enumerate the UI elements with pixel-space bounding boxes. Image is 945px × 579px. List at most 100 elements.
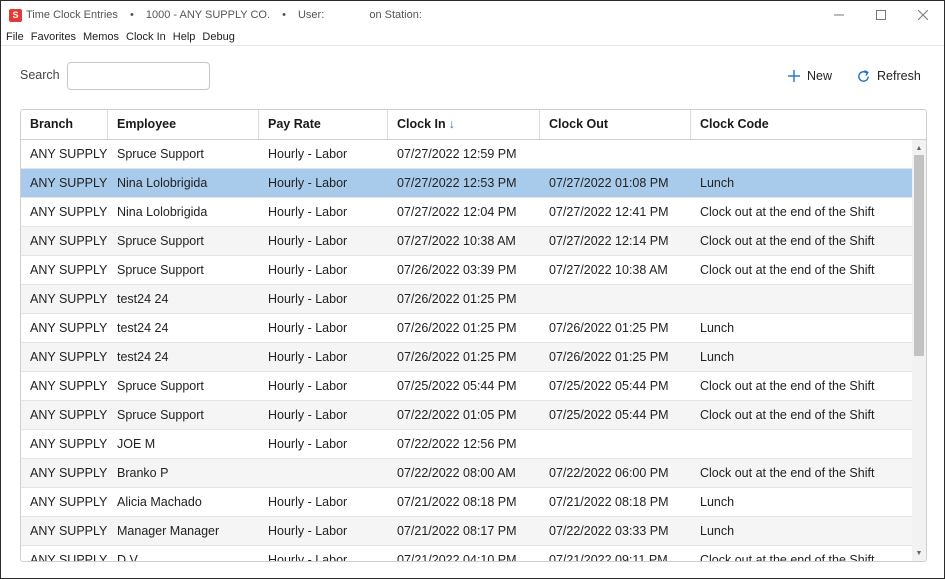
column-header-branch[interactable]: Branch <box>21 110 108 139</box>
cell-branch: ANY SUPPLY <box>30 234 108 248</box>
cell-pay-rate: Hourly - Labor <box>268 495 348 509</box>
table-row[interactable]: ANY SUPPLY test24 24 Hourly - Labor 07/26/2… <box>21 285 912 314</box>
cell-branch: ANY SUPPLY <box>30 292 108 306</box>
new-button[interactable]: New <box>787 65 832 87</box>
cell-clock-out: 07/27/2022 01:08 PM <box>549 176 669 190</box>
cell-branch: ANY SUPPLY <box>30 350 108 364</box>
cell-branch: ANY SUPPLY <box>30 437 108 451</box>
menu-bar: File Favorites Memos Clock In Help Debug <box>1 30 238 46</box>
vertical-scrollbar[interactable]: ▲ ▼ <box>912 140 926 561</box>
cell-pay-rate: Hourly - Labor <box>268 350 348 364</box>
menu-memos[interactable]: Memos <box>79 30 122 46</box>
cell-pay-rate: Hourly - Labor <box>268 321 348 335</box>
table-row[interactable]: ANY SUPPLY Spruce Support Hourly - Labor 07… <box>21 372 912 401</box>
cell-clock-code <box>691 285 912 313</box>
scroll-up-icon[interactable]: ▲ <box>912 142 926 154</box>
cell-pay-rate: Hourly - Labor <box>268 292 348 306</box>
menu-help[interactable]: Help <box>169 30 199 46</box>
maximize-button[interactable] <box>860 1 902 29</box>
cell-employee: test24 24 <box>117 292 169 306</box>
cell-employee: Spruce Support <box>117 379 204 393</box>
cell-employee: test24 24 <box>117 321 169 335</box>
cell-clock-out: 07/26/2022 01:25 PM <box>549 321 669 335</box>
menu-favorites[interactable]: Favorites <box>27 30 79 46</box>
new-button-label: New <box>807 69 833 83</box>
cell-clock-in: 07/25/2022 05:44 PM <box>397 379 517 393</box>
cell-clock-in: 07/21/2022 08:18 PM <box>397 495 517 509</box>
table-row[interactable]: ANY SUPPLY JOE M Hourly - Labor 07/22/2022 … <box>21 430 912 459</box>
column-header-clock-out[interactable]: Clock Out <box>540 110 691 139</box>
title-station-label: on Station: <box>369 9 422 21</box>
column-header-clock-code[interactable]: Clock Code <box>691 110 912 139</box>
minimize-button[interactable] <box>818 1 860 29</box>
cell-clock-in: 07/27/2022 12:53 PM <box>397 176 517 190</box>
table-row[interactable]: ANY SUPPLY test24 24 Hourly - Labor 07/26/2… <box>21 343 912 372</box>
cell-clock-out: 07/22/2022 06:00 PM <box>549 466 669 480</box>
close-button[interactable] <box>902 1 944 29</box>
scroll-thumb[interactable] <box>914 155 924 356</box>
column-header-pay-rate[interactable]: Pay Rate <box>259 110 388 139</box>
cell-branch: ANY SUPPLY <box>30 205 108 219</box>
title-company: 1000 - ANY SUPPLY CO. <box>145 9 270 21</box>
cell-employee: Spruce Support <box>117 408 204 422</box>
table-row[interactable]: ANY SUPPLY Spruce Support Hourly - Labor 07… <box>21 256 912 285</box>
cell-clock-code: Lunch <box>700 350 735 364</box>
table-row[interactable]: ANY SUPPLY test24 24 Hourly - Labor 07/26/2… <box>21 314 912 343</box>
cell-clock-in: 07/22/2022 01:05 PM <box>397 408 517 422</box>
table-row[interactable]: ANY SUPPLY Spruce Support Hourly - Labor 07… <box>21 140 912 169</box>
cell-employee: Spruce Support <box>117 147 204 161</box>
cell-clock-in: 07/26/2022 03:39 PM <box>397 263 517 277</box>
table-row[interactable]: ANY SUPPLY Nina Lolobrigida Hourly - Labor… <box>21 198 912 227</box>
table-row[interactable]: ANY SUPPLY Branko P 07/22/2022 08:00 AM 07/… <box>21 459 912 488</box>
title-app-name: Time Clock Entries <box>26 9 118 21</box>
cell-clock-out: 07/22/2022 03:33 PM <box>549 524 669 538</box>
cell-clock-code: Clock out at the end of the Shift <box>700 553 875 561</box>
cell-clock-in: 07/21/2022 08:17 PM <box>397 524 517 538</box>
grid-body: ANY SUPPLY Spruce Support Hourly - Labor 07… <box>21 140 912 561</box>
table-row[interactable]: ANY SUPPLY Manager Manager Hourly - Labor 0… <box>21 517 912 546</box>
cell-clock-out <box>540 285 691 313</box>
window-controls <box>818 1 944 29</box>
column-header-employee[interactable]: Employee <box>108 110 259 139</box>
cell-pay-rate: Hourly - Labor <box>268 379 348 393</box>
cell-employee: Branko P <box>117 466 169 480</box>
cell-clock-code: Clock out at the end of the Shift <box>700 408 875 422</box>
column-header-label: Clock Out <box>549 117 609 131</box>
column-header-label: Clock In <box>397 117 446 131</box>
scroll-down-icon[interactable]: ▼ <box>912 547 926 559</box>
menu-clock-in[interactable]: Clock In <box>122 30 169 46</box>
cell-employee: Manager Manager <box>117 524 220 538</box>
app-window: S Time Clock Entries • 1000 - ANY SUPPLY… <box>0 0 945 579</box>
cell-branch: ANY SUPPLY <box>30 176 108 190</box>
menu-divider <box>1 45 944 46</box>
cell-clock-code <box>691 140 912 168</box>
search-input[interactable] <box>67 62 210 90</box>
cell-branch: ANY SUPPLY <box>30 263 108 277</box>
cell-clock-out: 07/21/2022 09:11 PM <box>549 553 668 561</box>
cell-clock-out <box>540 140 691 168</box>
cell-clock-in: 07/27/2022 10:38 AM <box>397 234 516 248</box>
table-row[interactable]: ANY SUPPLY Alicia Machado Hourly - Labor 07… <box>21 488 912 517</box>
cell-branch: ANY SUPPLY <box>30 147 108 161</box>
cell-clock-code: Lunch <box>700 176 735 190</box>
title-user-label: User: <box>297 9 325 21</box>
refresh-button[interactable]: Refresh <box>856 65 921 87</box>
cell-clock-out <box>540 430 691 458</box>
cell-employee: Alicia Machado <box>117 495 202 509</box>
cell-pay-rate: Hourly - Labor <box>268 176 348 190</box>
table-row[interactable]: ANY SUPPLY Spruce Support Hourly - Labor 07… <box>21 401 912 430</box>
table-row[interactable]: ANY SUPPLY D V Hourly - Labor 07/21/2022 04… <box>21 546 912 561</box>
table-row[interactable]: ANY SUPPLY Spruce Support Hourly - Labor 07… <box>21 227 912 256</box>
cell-branch: ANY SUPPLY <box>30 495 108 509</box>
cell-pay-rate <box>259 459 388 487</box>
cell-clock-code: Clock out at the end of the Shift <box>700 234 875 248</box>
cell-clock-code: Lunch <box>700 321 735 335</box>
cell-clock-in: 07/27/2022 12:04 PM <box>397 205 517 219</box>
cell-clock-code <box>691 430 912 458</box>
menu-debug[interactable]: Debug <box>198 30 237 46</box>
column-header-clock-in[interactable]: Clock In ↓ <box>388 110 540 139</box>
cell-branch: ANY SUPPLY <box>30 524 108 538</box>
cell-clock-in: 07/26/2022 01:25 PM <box>397 292 517 306</box>
table-row[interactable]: ANY SUPPLY Nina Lolobrigida Hourly - Labor… <box>21 169 912 198</box>
menu-file[interactable]: File <box>1 30 27 46</box>
